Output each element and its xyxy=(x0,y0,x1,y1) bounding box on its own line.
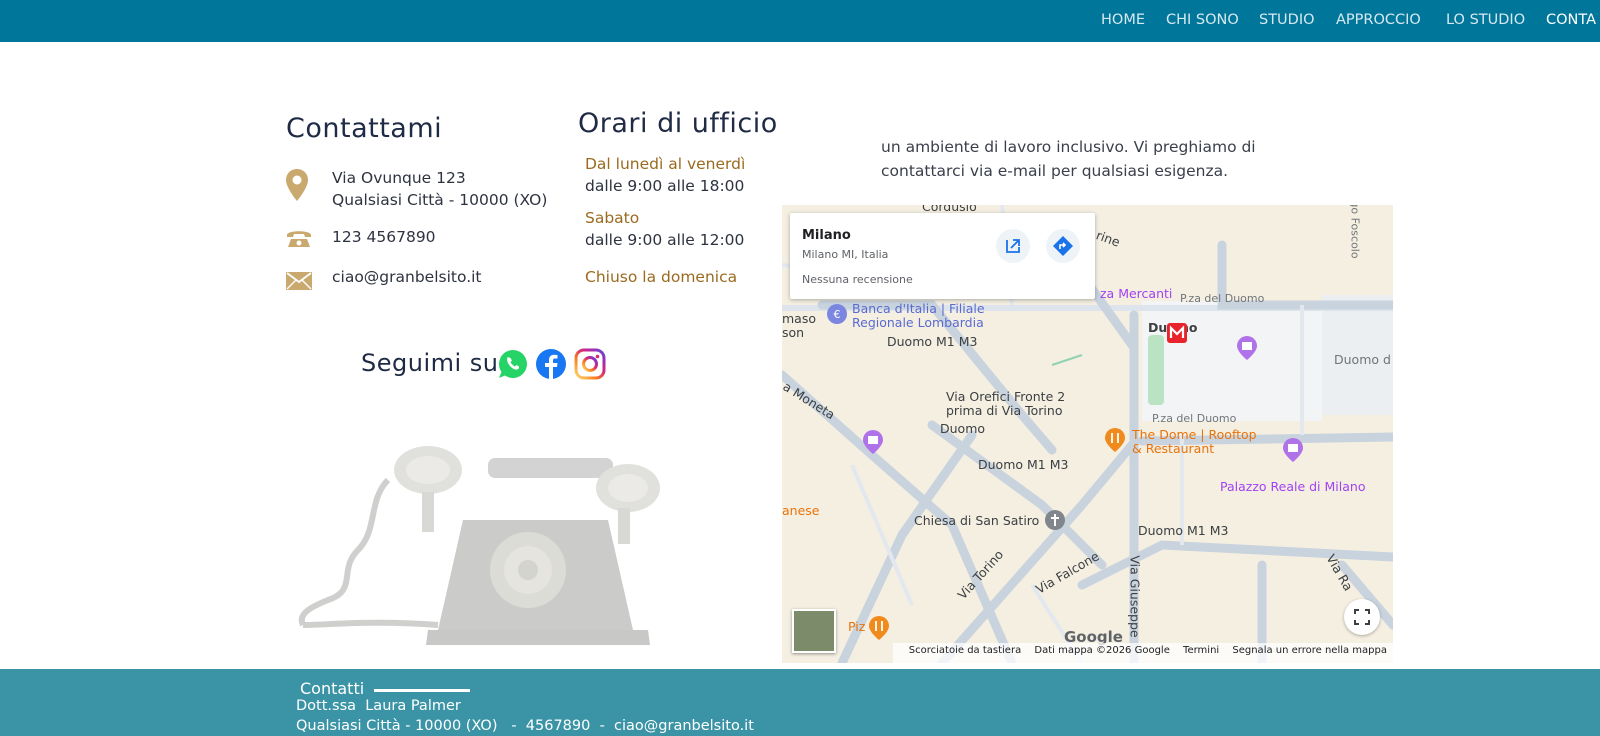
map-label: P.za del Duomo xyxy=(1180,292,1265,305)
map-place-address: Milano MI, Italia xyxy=(802,248,889,261)
footer-divider xyxy=(374,689,470,692)
nav-approccio[interactable]: APPROCCIO xyxy=(1336,12,1421,28)
intro-line-2: contattarci via e-mail per qualsiasi esi… xyxy=(881,162,1229,180)
map-label: Chiesa di San Satiro xyxy=(914,513,1040,528)
weekday-label: Dal lunedì al venerdì xyxy=(585,155,746,173)
map-label: Duomo M1 M3 xyxy=(978,457,1069,472)
restaurant-pin-icon xyxy=(869,616,889,640)
map-label: anese xyxy=(782,503,820,518)
facebook-icon[interactable] xyxy=(535,348,567,380)
map-label: P.za del Duomo xyxy=(1152,412,1237,425)
nav-contatti[interactable]: CONTA xyxy=(1546,12,1596,28)
map-place-name: Milano xyxy=(802,228,851,243)
contact-heading: Contattami xyxy=(286,113,443,144)
sunday-closed: Chiuso la domenica xyxy=(585,268,738,286)
map-attribution-bar: Scorciatoie da tastiera Dati mappa ©2026… xyxy=(892,643,1393,663)
metro-icon xyxy=(1167,323,1187,343)
map-label: son xyxy=(782,325,805,340)
open-in-maps-icon[interactable] xyxy=(996,229,1030,263)
church-pin-icon xyxy=(1045,510,1065,530)
map-label: Duomo xyxy=(940,421,986,436)
site-footer: Contatti Dott.ssa Laura Palmer Qualsiasi… xyxy=(0,669,1600,736)
envelope-icon xyxy=(286,272,312,290)
nav-lo-studio[interactable]: LO STUDIO xyxy=(1446,12,1525,28)
saturday-hours: dalle 9:00 alle 12:00 xyxy=(585,231,745,249)
map-label: prima di Via Torino xyxy=(946,403,1063,418)
map-label: Palazzo Reale di Milano xyxy=(1220,479,1366,494)
footer-name: Dott.ssa Laura Palmer xyxy=(296,698,461,714)
instagram-icon[interactable] xyxy=(574,348,606,380)
map-label: maso xyxy=(782,311,816,326)
map-label: Regionale Lombardia xyxy=(852,315,984,330)
map-label: The Dome | Rooftop xyxy=(1132,427,1257,442)
phone-number[interactable]: 123 4567890 xyxy=(332,226,436,248)
map-label: Via Orefici Fronte 2 xyxy=(946,389,1066,404)
map-label: Piz xyxy=(848,619,866,634)
bank-pin-icon: € xyxy=(827,304,847,324)
location-pin-icon xyxy=(286,169,308,201)
directions-icon[interactable] xyxy=(1046,229,1080,263)
map-label: Cordusio xyxy=(922,205,977,214)
map-label: Banca d'Italia | Filiale xyxy=(852,301,985,316)
follow-label: Seguimi su xyxy=(361,349,499,377)
report-error-link[interactable]: Segnala un errore nella mappa xyxy=(1232,645,1387,656)
address-line-1: Via Ovunque 123 xyxy=(332,169,466,187)
svg-text:€: € xyxy=(834,308,841,321)
fullscreen-icon[interactable] xyxy=(1344,599,1380,635)
map-label: Via Giuseppe xyxy=(1127,555,1143,638)
whatsapp-icon[interactable] xyxy=(497,348,529,380)
map-label: go Foscolo xyxy=(1348,205,1362,259)
restaurant-pin-icon xyxy=(1105,428,1125,452)
nav-studio[interactable]: STUDIO xyxy=(1259,12,1315,28)
footer-title: Contatti xyxy=(300,679,365,698)
map-label: & Restaurant xyxy=(1132,441,1215,456)
top-navbar: HOME CHI SONO STUDIO APPROCCIO LO STUDIO… xyxy=(0,0,1600,42)
hours-heading: Orari di ufficio xyxy=(578,108,778,139)
museum-pin-icon xyxy=(863,430,883,454)
vintage-telephone-image xyxy=(298,446,660,645)
map-label: Duomo M1 M3 xyxy=(1138,523,1229,538)
nav-chi-sono[interactable]: CHI SONO xyxy=(1166,12,1239,28)
map-place-card: Milano Milano MI, Italia Nessuna recensi… xyxy=(790,213,1095,299)
google-map[interactable]: Milano Milano MI, Italia Nessuna recensi… xyxy=(782,205,1393,663)
terms-link[interactable]: Termini xyxy=(1183,645,1219,656)
map-reviews: Nessuna recensione xyxy=(802,273,913,286)
map-label: Duomo d xyxy=(1334,352,1391,367)
saturday-label: Sabato xyxy=(585,209,640,227)
email-link[interactable]: ciao@granbelsito.it xyxy=(332,266,482,288)
map-label: Duomo M1 M3 xyxy=(887,334,978,349)
museum-pin-icon xyxy=(1237,336,1257,360)
intro-line-1: un ambiente di lavoro inclusivo. Vi preg… xyxy=(881,138,1256,156)
footer-info: Qualsiasi Città - 10000 (XO) - 4567890 -… xyxy=(296,718,754,734)
address-line-2: Qualsiasi Città - 10000 (XO) xyxy=(332,191,548,209)
keyboard-shortcuts-link[interactable]: Scorciatoie da tastiera xyxy=(909,645,1021,656)
map-data-text: Dati mappa ©2026 Google xyxy=(1034,645,1170,656)
satellite-toggle[interactable] xyxy=(792,609,836,653)
telephone-icon xyxy=(287,231,311,247)
weekday-hours: dalle 9:00 alle 18:00 xyxy=(585,177,745,195)
intro-text: un ambiente di lavoro inclusivo. Vi preg… xyxy=(881,135,1256,183)
nav-home[interactable]: HOME xyxy=(1101,12,1145,28)
museum-pin-icon xyxy=(1283,438,1303,462)
map-label: za Mercanti xyxy=(1100,286,1173,301)
